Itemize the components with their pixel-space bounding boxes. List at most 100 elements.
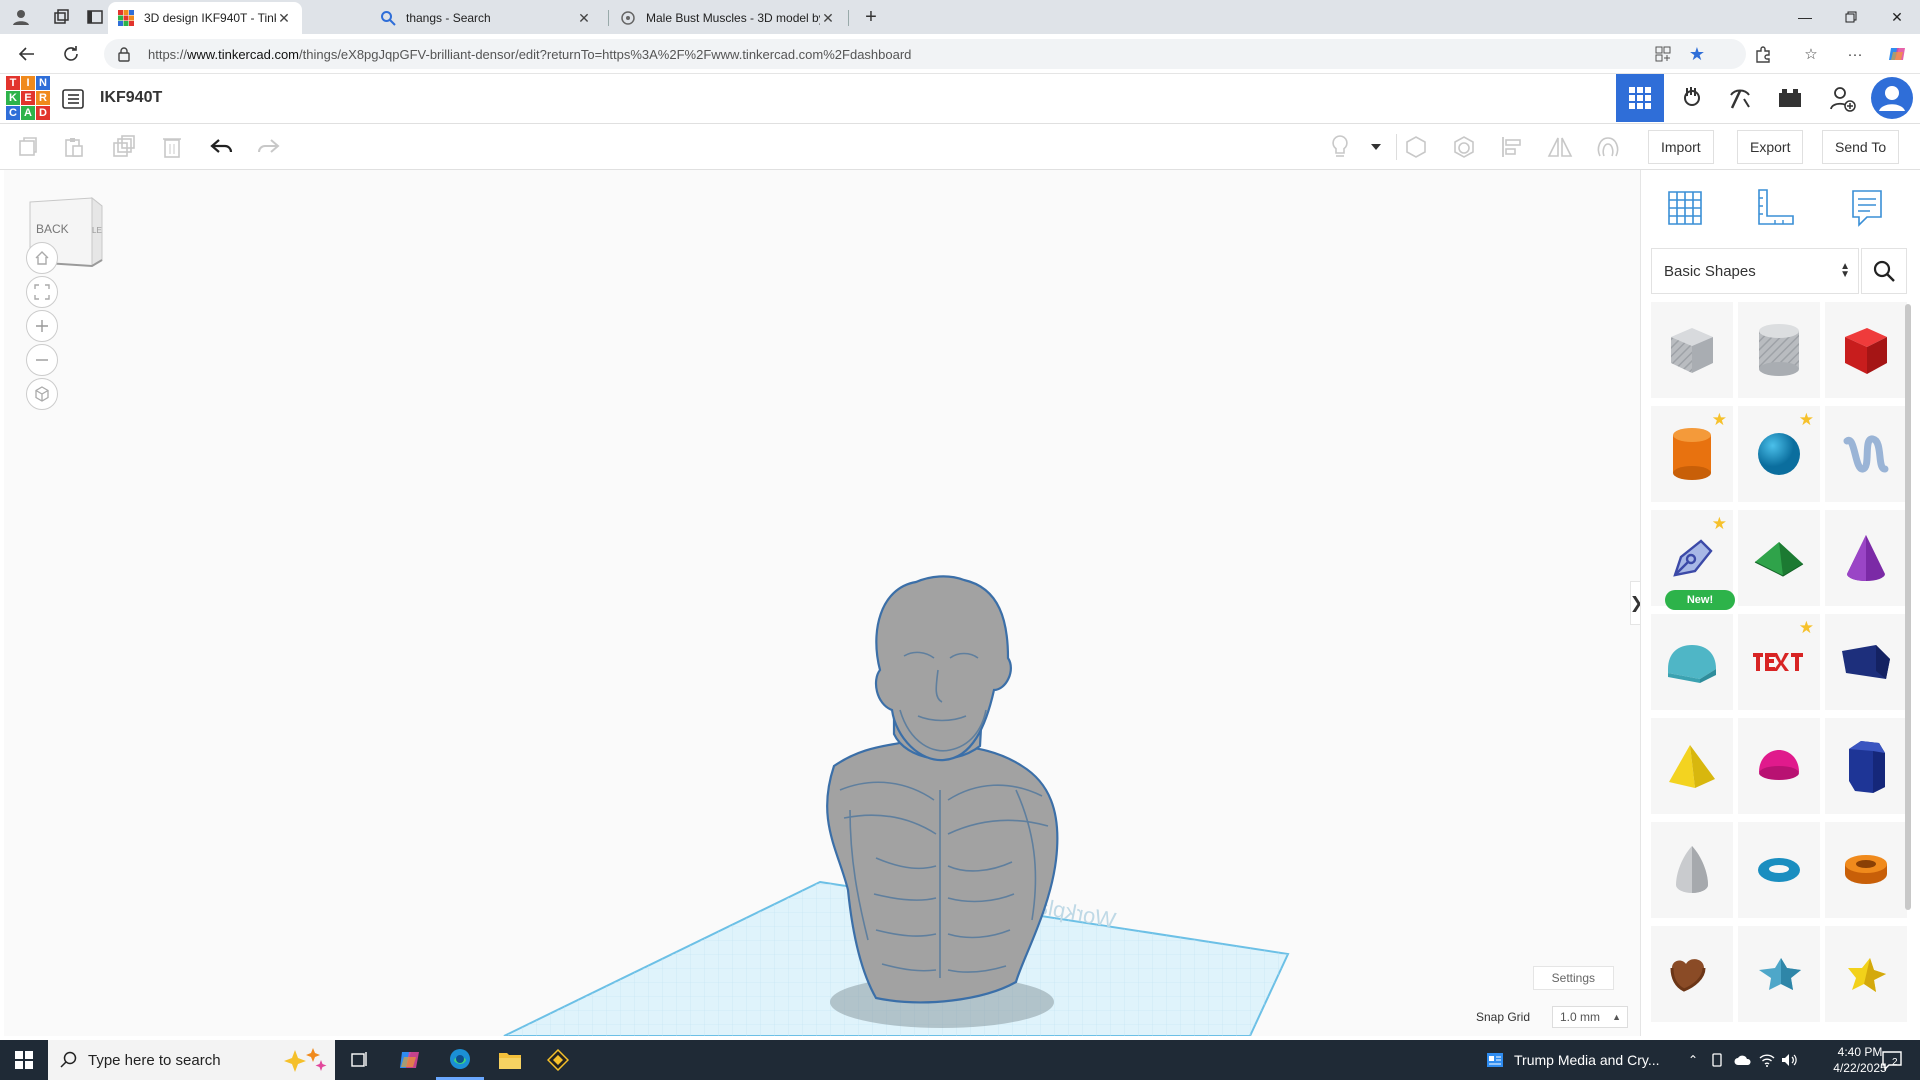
zoom-out-button[interactable] <box>26 344 58 376</box>
tray-chevron-icon[interactable]: ⌃ <box>1684 1051 1702 1069</box>
invite-user-button[interactable] <box>1818 74 1866 122</box>
new-tab-icon[interactable]: + <box>860 6 882 28</box>
avatar[interactable] <box>1868 74 1916 122</box>
shape-polygon[interactable] <box>1825 718 1907 814</box>
windows-start-icon[interactable] <box>0 1040 48 1080</box>
shape-pen-tool[interactable]: ★ New! <box>1651 510 1735 610</box>
zoom-in-button[interactable] <box>26 310 58 342</box>
notifications-icon[interactable]: 2 <box>1880 1051 1904 1070</box>
tab-actions-icon[interactable] <box>84 6 106 28</box>
solid-shape-icon[interactable] <box>1402 133 1430 161</box>
close-window-icon[interactable]: ✕ <box>1874 0 1920 34</box>
onedrive-icon[interactable] <box>1734 1051 1752 1069</box>
fit-view-button[interactable] <box>26 276 58 308</box>
file-explorer-icon[interactable] <box>486 1040 534 1080</box>
shape-cylinder[interactable]: ★ <box>1651 406 1733 502</box>
3d-viewport[interactable]: Workplane BACK LE Settings Snap Grid 1.0… <box>0 170 1640 1036</box>
design-menu-icon[interactable] <box>62 88 84 110</box>
lightbulb-icon[interactable] <box>1326 133 1354 161</box>
app-pen-icon[interactable] <box>534 1040 582 1080</box>
shape-paraboloid[interactable] <box>1651 822 1733 918</box>
app-available-icon[interactable] <box>1652 43 1674 65</box>
shape-scribble[interactable] <box>1825 406 1907 502</box>
design-title[interactable]: IKF940T <box>100 89 162 107</box>
shape-tube[interactable] <box>1825 822 1907 918</box>
shape-wedge[interactable] <box>1825 614 1907 710</box>
brown-heart-icon <box>1670 959 1706 992</box>
lightbulb-dropdown-icon[interactable] <box>1362 133 1390 161</box>
browser-tab-bar: 3D design IKF940T - Tinkercad ✕ thangs -… <box>0 0 1920 34</box>
news-widget[interactable]: Trump Media and Cry... <box>1486 1040 1660 1080</box>
shape-text[interactable]: ★ <box>1738 614 1820 710</box>
duplicate-icon[interactable] <box>110 133 138 161</box>
copilot-icon[interactable] <box>1886 43 1908 65</box>
redo-icon[interactable] <box>254 133 282 161</box>
favorite-star-icon[interactable]: ★ <box>1686 43 1708 65</box>
shape-round-roof[interactable] <box>1651 614 1733 710</box>
delete-icon[interactable] <box>158 133 186 161</box>
bricks-button[interactable] <box>1766 74 1814 122</box>
shape-heart[interactable] <box>1651 926 1733 1022</box>
task-view-icon[interactable] <box>336 1040 384 1080</box>
shape-star[interactable] <box>1738 926 1820 1022</box>
back-icon[interactable] <box>14 41 40 67</box>
tab-male-bust[interactable]: Male Bust Muscles - 3D model by ✕ <box>610 2 846 34</box>
volume-icon[interactable] <box>1780 1051 1798 1069</box>
profile-icon[interactable] <box>10 6 32 28</box>
paste-icon[interactable] <box>60 133 88 161</box>
restore-icon[interactable] <box>1828 0 1874 34</box>
shape-sphere[interactable]: ★ <box>1738 406 1820 502</box>
shape-box[interactable] <box>1825 302 1907 398</box>
workspaces-icon[interactable] <box>50 6 72 28</box>
shape-half-sphere[interactable] <box>1738 718 1820 814</box>
ruler-tool-button[interactable] <box>1751 184 1799 232</box>
snap-grid-select[interactable]: 1.0 mm ▲ <box>1552 1006 1628 1028</box>
device-icon[interactable] <box>1708 1051 1726 1069</box>
shape-box-hole[interactable] <box>1651 302 1733 398</box>
copy-icon[interactable] <box>14 133 42 161</box>
settings-button[interactable]: Settings <box>1532 966 1614 990</box>
import-button[interactable]: Import <box>1648 130 1714 164</box>
align-icon[interactable] <box>1498 133 1526 161</box>
url-field[interactable]: https://www.tinkercad.com/things/eX8pgJq… <box>104 39 1746 69</box>
undo-icon[interactable] <box>208 133 236 161</box>
shape-library-select[interactable]: Basic Shapes ▲ ▼ <box>1651 248 1859 294</box>
more-icon[interactable]: ··· <box>1844 43 1866 65</box>
tab-thangs-search[interactable]: thangs - Search ✕ <box>370 2 602 34</box>
tinkercad-logo[interactable]: T I N K E R C A D <box>6 76 50 120</box>
mirror-icon[interactable] <box>1546 133 1574 161</box>
hole-shape-icon[interactable] <box>1450 133 1478 161</box>
sim-lab-button[interactable] <box>1716 74 1764 122</box>
close-tab-icon[interactable]: ✕ <box>276 10 292 27</box>
bust-model[interactable] <box>826 575 1059 1004</box>
shape-torus[interactable] <box>1738 822 1820 918</box>
workplane-tool-button[interactable] <box>1661 184 1709 232</box>
edge-taskbar-icon[interactable] <box>436 1040 484 1080</box>
close-tab-icon[interactable]: ✕ <box>820 10 836 27</box>
extensions-icon[interactable] <box>1752 43 1774 65</box>
shape-roof[interactable] <box>1738 510 1820 606</box>
send-to-button[interactable]: Send To <box>1822 130 1900 164</box>
shape-cylinder-hole[interactable] <box>1738 302 1820 398</box>
close-tab-icon[interactable]: ✕ <box>576 10 592 27</box>
shape-pyramid[interactable] <box>1651 718 1733 814</box>
shape-star-gold[interactable] <box>1825 926 1907 1022</box>
shape-search-button[interactable] <box>1861 248 1907 294</box>
copilot-taskbar-icon[interactable] <box>386 1040 434 1080</box>
perspective-button[interactable] <box>26 378 58 410</box>
notes-tool-button[interactable] <box>1843 184 1891 232</box>
taskbar-search-field[interactable]: Type here to search <box>48 1040 335 1080</box>
export-button[interactable]: Export <box>1737 130 1804 164</box>
minimize-icon[interactable]: — <box>1782 0 1828 34</box>
refresh-icon[interactable] <box>58 41 84 67</box>
cruise-icon[interactable] <box>1594 133 1622 161</box>
wifi-icon[interactable] <box>1758 1051 1776 1069</box>
panel-scrollbar[interactable] <box>1905 304 1911 910</box>
tab-tinkercad[interactable]: 3D design IKF940T - Tinkercad ✕ <box>108 2 302 34</box>
home-view-button[interactable] <box>26 242 58 274</box>
shape-cone[interactable] <box>1825 510 1907 606</box>
favorites-icon[interactable]: ☆ <box>1800 43 1822 65</box>
blocks-button[interactable] <box>1668 74 1716 122</box>
lock-icon[interactable] <box>116 46 132 62</box>
3d-view-button[interactable] <box>1616 74 1664 122</box>
